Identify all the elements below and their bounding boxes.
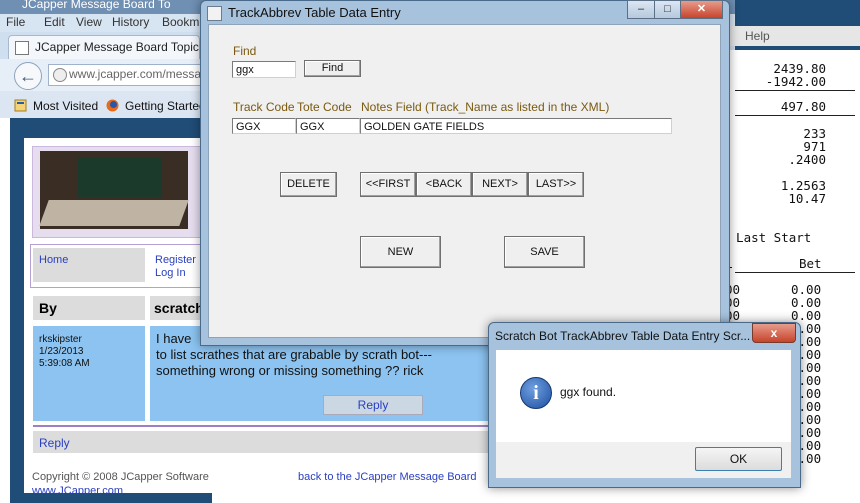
dialog-title: TrackAbbrev Table Data Entry	[228, 5, 401, 20]
reply-link[interactable]: Reply	[39, 436, 70, 450]
console-last-start: e Last Start	[721, 230, 812, 245]
menu-edit[interactable]: Edit	[44, 15, 65, 29]
window-app-icon	[207, 6, 222, 21]
by-label: By	[39, 300, 57, 316]
last-record-button[interactable]: LAST>>	[528, 172, 584, 197]
laptop-keyboard	[39, 200, 189, 226]
previous-record-button[interactable]: <BACK	[416, 172, 472, 197]
track-code-label: Track Code	[233, 100, 295, 114]
back-to-board-link[interactable]: back to the JCapper Message Board	[298, 471, 477, 483]
tote-code-label: Tote Code	[297, 100, 352, 114]
track-code-field[interactable]: GGX	[232, 118, 296, 134]
reply-bar: Reply	[33, 431, 493, 453]
console-col-bet: Bet	[799, 256, 822, 271]
post-line-2: to list scrathes that are grabable by sc…	[156, 347, 433, 362]
console-rule	[735, 115, 855, 116]
console-menu-help[interactable]: Help	[745, 29, 770, 43]
find-input[interactable]: ggx	[232, 61, 296, 78]
site-link[interactable]: www.JCapper.com	[32, 485, 123, 497]
close-icon[interactable]: ✕	[680, 0, 723, 19]
ok-button[interactable]: OK	[695, 447, 782, 471]
nav-home-link[interactable]: Home	[39, 254, 68, 266]
nav-home-cell: Home	[33, 248, 145, 282]
post-header-by: By	[33, 296, 145, 320]
tote-code-field[interactable]: GGX	[296, 118, 360, 134]
post-header-subject: scratch	[150, 296, 202, 320]
firefox-icon	[106, 99, 119, 112]
save-button[interactable]: SAVE	[504, 236, 585, 268]
nav-login-link[interactable]: Log In	[155, 267, 186, 279]
console-rule	[735, 272, 855, 273]
url-text: www.jcapper.com/messa	[69, 67, 202, 81]
bookmark-most-visited[interactable]: Most Visited	[33, 99, 98, 113]
tab-title: JCapper Message Board Topic F	[35, 40, 210, 54]
delete-button[interactable]: DELETE	[280, 172, 337, 197]
menu-history[interactable]: History	[112, 15, 149, 29]
post-line-3: something wrong or missing something ?? …	[156, 363, 424, 378]
forum-divider	[33, 425, 493, 427]
url-bar[interactable]: www.jcapper.com/messa	[48, 64, 210, 86]
subject-label: scratch	[154, 300, 202, 316]
laptop-screen	[78, 157, 162, 197]
message-text: ggx found.	[560, 385, 617, 399]
message-box-title: Scratch Bot TrackAbbrev Table Data Entry…	[495, 329, 751, 343]
find-label: Find	[233, 44, 257, 58]
post-time: 5:39:08 AM	[39, 358, 90, 369]
bookmark-folder-icon	[14, 99, 27, 112]
console-rule	[735, 90, 855, 91]
post-author: rkskipster	[39, 334, 82, 345]
notes-field[interactable]: GOLDEN GATE FIELDS	[360, 118, 672, 134]
console-value: 497.80	[780, 99, 826, 114]
console-value: 10.47	[788, 191, 826, 206]
message-box-close-icon[interactable]: x	[752, 323, 796, 343]
post-reply-button[interactable]: Reply	[323, 395, 423, 415]
post-author-cell: rkskipster 1/23/2013 5:39:08 AM	[33, 326, 145, 421]
nav-register-link[interactable]: Register	[155, 254, 196, 266]
information-icon: i	[520, 377, 552, 409]
copyright-text: Copyright © 2008 JCapper Software	[32, 471, 209, 483]
window-controls: – □ ✕	[627, 0, 723, 19]
globe-icon	[53, 68, 67, 82]
notes-label: Notes Field (Track_Name as listed in the…	[361, 100, 610, 114]
menu-file[interactable]: File	[6, 15, 25, 29]
find-button[interactable]: Find	[304, 60, 361, 77]
minimize-icon[interactable]: –	[627, 0, 655, 19]
console-value: .2400	[788, 152, 826, 167]
back-arrow-icon[interactable]: ←	[14, 62, 42, 90]
browser-title: JCapper Message Board To	[22, 0, 171, 11]
maximize-icon[interactable]: □	[654, 0, 681, 19]
console-value: -1942.00	[765, 74, 826, 89]
bookmark-getting-started[interactable]: Getting Started	[125, 99, 206, 113]
page-favicon-icon	[15, 41, 29, 55]
browser-tab[interactable]: JCapper Message Board Topic F	[8, 35, 210, 59]
menu-view[interactable]: View	[76, 15, 102, 29]
menu-bookmarks[interactable]: Bookm	[162, 15, 199, 29]
first-record-button[interactable]: <<FIRST	[360, 172, 416, 197]
new-button[interactable]: NEW	[360, 236, 441, 268]
next-record-button[interactable]: NEXT>	[472, 172, 528, 197]
post-date: 1/23/2013	[39, 346, 84, 357]
console-menubar: Help	[727, 26, 860, 46]
